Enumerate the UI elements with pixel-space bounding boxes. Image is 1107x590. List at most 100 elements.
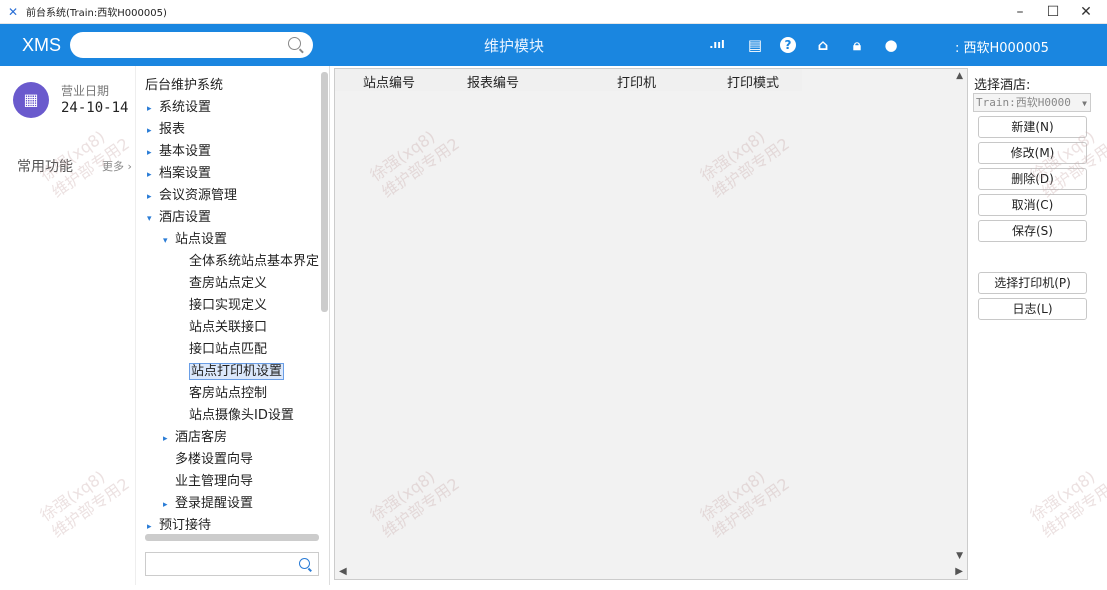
hotel-select-value: Train:西软H0000 — [976, 96, 1071, 109]
hotel-select-label: 选择酒店: — [974, 78, 1031, 93]
tree-item-label: 接口实现定义 — [189, 298, 268, 313]
close-button[interactable]: ✕ — [1071, 0, 1101, 24]
tree-item[interactable]: 业主管理向导 — [175, 470, 253, 489]
tree-item-label: 预订接待 — [159, 518, 212, 533]
tree-item-label: 酒店设置 — [159, 210, 212, 225]
column-header-printer[interactable]: 打印机 — [617, 72, 656, 91]
scroll-down-icon[interactable]: ▼ — [956, 551, 963, 561]
edit-button[interactable]: 修改(M) — [978, 142, 1087, 164]
tree-item-label: 客房站点控制 — [189, 386, 268, 401]
tree-item-label: 酒店客房 — [175, 430, 228, 445]
calendar-icon: ▦ — [13, 82, 49, 118]
left-info-panel: ▦ 营业日期 24-10-14 常用功能 更多 › — [5, 66, 136, 585]
chevron-down-icon[interactable]: ▼ — [1082, 95, 1087, 111]
tree-item[interactable]: ▸ 基本设置 — [147, 140, 211, 159]
collapsed-arrow-icon[interactable]: ▸ — [147, 126, 159, 136]
home-icon[interactable]: ⌂ — [814, 36, 832, 54]
search-icon[interactable] — [288, 37, 301, 50]
expanded-arrow-icon[interactable]: ▾ — [163, 236, 175, 246]
tree-item[interactable]: 客房站点控制 — [189, 382, 267, 401]
tree-item[interactable]: 站点摄像头ID设置 — [189, 404, 294, 423]
collapsed-arrow-icon[interactable]: ▸ — [163, 434, 175, 444]
tree-item-label: 站点关联接口 — [189, 320, 268, 335]
tree-item[interactable]: 全体系统站点基本界定 — [189, 250, 319, 269]
column-header-print-mode[interactable]: 打印模式 — [727, 72, 779, 91]
tree-item-label: 档案设置 — [159, 166, 212, 181]
tree-item-label: 站点打印机设置 — [189, 363, 285, 380]
right-action-panel: 选择酒店: Train:西软H0000 ▼ 新建(N) 修改(M) 删除(D) … — [970, 68, 1100, 585]
collapsed-arrow-icon[interactable]: ▸ — [147, 104, 159, 114]
tree-item[interactable]: ▸ 报表 — [147, 118, 185, 137]
tree-item[interactable]: ▸ 会议资源管理 — [147, 184, 237, 203]
clipboard-icon[interactable]: ▤ — [746, 36, 764, 54]
user-icon[interactable]: ● — [882, 36, 900, 54]
tree-item[interactable]: ▾ 站点设置 — [163, 228, 227, 247]
window-edge-strip — [1100, 24, 1107, 66]
tree-item[interactable]: ▸ 系统设置 — [147, 96, 211, 115]
tree-item-label: 多楼设置向导 — [175, 452, 254, 467]
printer-settings-grid[interactable]: 站点编号 报表编号 打印机 打印模式 ▲ ▼ ◀ ▶ — [334, 68, 968, 580]
tree-item-label: 站点设置 — [175, 232, 228, 247]
tree-horizontal-scrollbar[interactable] — [145, 534, 319, 541]
collapsed-arrow-icon[interactable]: ▸ — [147, 192, 159, 202]
more-link[interactable]: 更多 › — [102, 158, 132, 174]
tree-item[interactable]: ▸ 档案设置 — [147, 162, 211, 181]
expanded-arrow-icon[interactable]: ▾ — [147, 214, 159, 224]
tree-item[interactable]: ▸ 登录提醒设置 — [163, 492, 253, 511]
business-date-label: 营业日期 — [61, 84, 110, 98]
tree-item-label: 站点摄像头ID设置 — [189, 408, 294, 423]
delete-button[interactable]: 删除(D) — [978, 168, 1087, 190]
business-date-value: 24-10-14 — [61, 100, 129, 116]
tree-item[interactable]: ▸ 预订接待 — [147, 514, 211, 533]
save-button[interactable]: 保存(S) — [978, 220, 1087, 242]
tree-item[interactable]: ▾ 酒店设置 — [147, 206, 211, 225]
select-printer-button[interactable]: 选择打印机(P) — [978, 272, 1087, 294]
tree-item[interactable]: ▸ 酒店客房 — [163, 426, 227, 445]
scroll-right-icon[interactable]: ▶ — [955, 566, 963, 577]
window-titlebar: ✕ 前台系统(Train:西软H000005) — [0, 0, 1107, 24]
collapsed-arrow-icon[interactable]: ▸ — [147, 170, 159, 180]
scroll-up-icon[interactable]: ▲ — [956, 71, 963, 81]
tree-item-label: 报表 — [159, 122, 186, 137]
global-search-input[interactable] — [70, 32, 313, 58]
brand-label: XMS — [22, 34, 62, 55]
log-button[interactable]: 日志(L) — [978, 298, 1087, 320]
hotel-select[interactable]: Train:西软H0000 ▼ — [973, 93, 1091, 112]
tree-item[interactable]: 接口实现定义 — [189, 294, 267, 313]
current-user-label: : 西软H000005 — [955, 41, 1049, 56]
search-icon[interactable] — [299, 558, 310, 569]
tree-item-label: 后台维护系统 — [145, 78, 224, 93]
lock-icon[interactable]: 🔒︎ — [848, 36, 866, 54]
tree-item[interactable]: 接口站点匹配 — [189, 338, 267, 357]
common-functions-label: 常用功能 — [17, 159, 73, 175]
help-icon[interactable]: ? — [780, 37, 796, 53]
tree-item-label: 系统设置 — [159, 100, 212, 115]
collapsed-arrow-icon[interactable]: ▸ — [147, 522, 159, 532]
window-title: 前台系统(Train:西软H000005) — [26, 8, 167, 19]
new-button[interactable]: 新建(N) — [978, 116, 1087, 138]
cancel-button[interactable]: 取消(C) — [978, 194, 1087, 216]
tree-search-input[interactable] — [145, 552, 319, 576]
tree-item[interactable]: 站点打印机设置 — [189, 360, 285, 380]
scroll-left-icon[interactable]: ◀ — [339, 566, 347, 577]
signal-icon: .ııl — [709, 38, 725, 51]
navigation-tree: 后台维护系统 ▸ 系统设置 ▸ 报表 ▸ 基本设置 ▸ 档案设置 ▸ 会议资源管理 ▾ 酒店设置 ▾ 站点设… — [137, 66, 330, 585]
tree-item[interactable]: 后台维护系统 — [145, 74, 223, 93]
collapsed-arrow-icon[interactable]: ▸ — [147, 148, 159, 158]
tree-item-label: 登录提醒设置 — [175, 496, 254, 511]
tree-item[interactable]: 多楼设置向导 — [175, 448, 253, 467]
tree-vertical-scrollbar[interactable] — [321, 72, 328, 312]
tree-item-label: 业主管理向导 — [175, 474, 254, 489]
tree-item-label: 会议资源管理 — [159, 188, 238, 203]
minimize-button[interactable]: – — [1005, 0, 1035, 24]
app-logo-icon: ✕ — [8, 4, 19, 19]
column-header-site-code[interactable]: 站点编号 — [363, 72, 415, 91]
top-navigation-bar: XMS 维护模块 .ııl ▤ ? ⌂ 🔒︎ ● : 西软H000005 — [0, 24, 1107, 66]
tree-item[interactable]: 查房站点定义 — [189, 272, 267, 291]
tree-item-label: 全体系统站点基本界定 — [189, 254, 320, 269]
maximize-button[interactable]: ☐ — [1038, 0, 1068, 24]
grid-header: 站点编号 报表编号 打印机 打印模式 — [335, 69, 802, 91]
collapsed-arrow-icon[interactable]: ▸ — [163, 500, 175, 510]
tree-item[interactable]: 站点关联接口 — [189, 316, 267, 335]
column-header-report-code[interactable]: 报表编号 — [467, 72, 519, 91]
